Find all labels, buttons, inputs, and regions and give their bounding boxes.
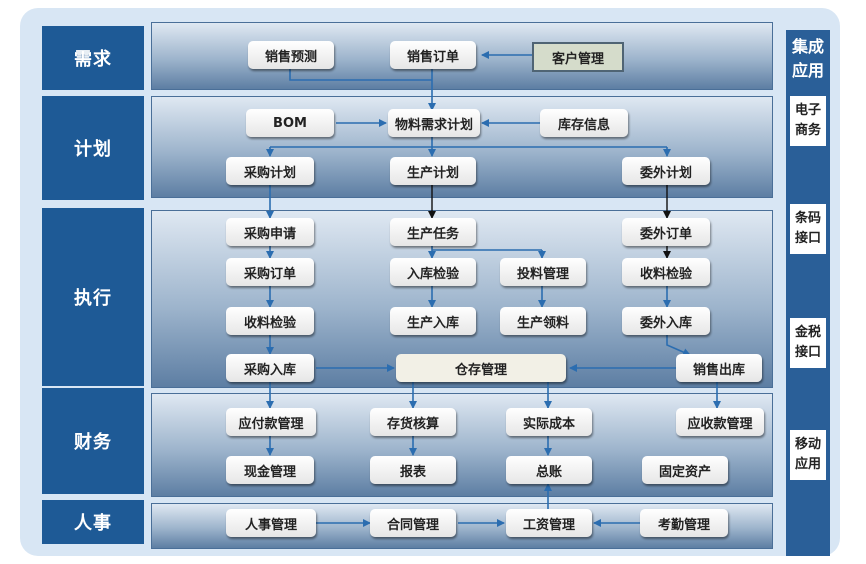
node-receivables: 应收款管理 [676,408,764,436]
node-personnel: 人事管理 [226,509,316,537]
node-mrp: 物料需求计划 [388,109,480,137]
node-fixed-assets: 固定资产 [642,456,728,484]
node-inventory-info: 库存信息 [540,109,628,137]
node-payables: 应付款管理 [226,408,316,436]
node-warehouse-mgmt: 仓存管理 [396,354,566,382]
node-purchase-order: 采购订单 [226,258,314,286]
node-inbound-inspection: 入库检验 [390,258,476,286]
node-cash-mgmt: 现金管理 [226,456,314,484]
node-production-picking: 生产领料 [500,307,586,335]
node-payroll: 工资管理 [506,509,592,537]
node-sales-outbound: 销售出库 [676,354,762,382]
node-receipt-inspection-purchase: 收料检验 [226,307,314,335]
node-outsource-plan: 委外计划 [622,157,710,185]
node-purchase-request: 采购申请 [226,218,314,246]
node-production-plan: 生产计划 [390,157,476,185]
node-customer-mgmt: 客户管理 [532,42,624,72]
node-purchase-plan: 采购计划 [226,157,314,185]
node-attendance: 考勤管理 [640,509,728,537]
node-bom: BOM [246,109,334,137]
node-actual-cost: 实际成本 [506,408,592,436]
node-reports: 报表 [370,456,456,484]
node-sales-forecast: 销售预测 [248,41,334,69]
node-sales-order: 销售订单 [390,41,476,69]
node-receipt-inspection-outsource: 收料检验 [622,258,710,286]
node-material-feed: 投料管理 [500,258,586,286]
node-purchase-inbound: 采购入库 [226,354,314,382]
node-general-ledger: 总账 [506,456,592,484]
node-outsource-order: 委外订单 [622,218,710,246]
node-production-task: 生产任务 [390,218,476,246]
node-inventory-accounting: 存货核算 [370,408,456,436]
node-contract: 合同管理 [370,509,456,537]
node-production-inbound: 生产入库 [390,307,476,335]
node-outsource-inbound: 委外入库 [622,307,710,335]
